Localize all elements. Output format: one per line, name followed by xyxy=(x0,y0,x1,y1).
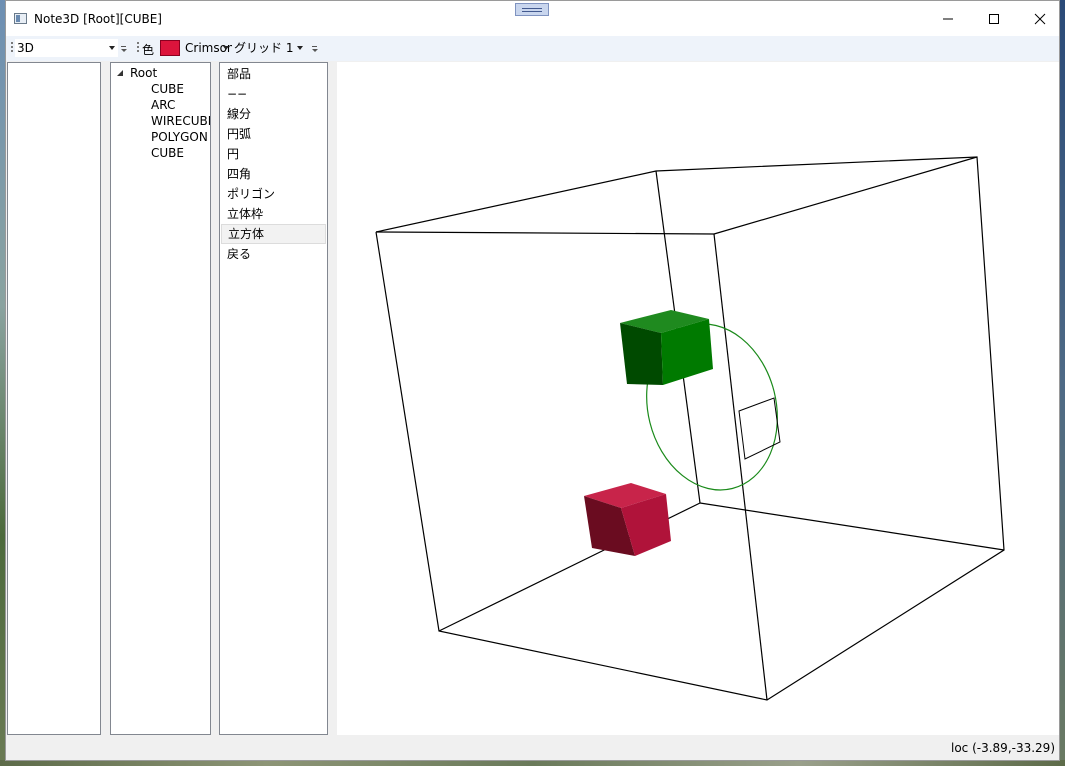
window-title: Note3D [Root][CUBE] xyxy=(34,12,162,26)
app-window: Note3D [Root][CUBE] 3D 色 Crimson グリッド 1 xyxy=(5,0,1060,761)
tree-children: CUBE ARC WIRECUBE POLYGON CUBE xyxy=(151,81,210,161)
cursor-location: loc (-3.89,-33.29) xyxy=(951,741,1055,755)
command-item[interactable]: 立体枠 xyxy=(221,204,326,224)
tree-root-label: Root xyxy=(130,66,158,80)
color-label: 色 xyxy=(142,43,155,57)
red-cube xyxy=(584,483,671,556)
3d-viewport[interactable] xyxy=(337,62,1059,735)
command-list[interactable]: 部品 −− 線分 円弧 円 四角 ポリゴン 立体枠 立方体 戻る xyxy=(219,62,328,735)
command-item[interactable]: 部品 xyxy=(221,64,326,84)
grid-select[interactable]: グリッド 1 xyxy=(232,39,306,57)
tree-item[interactable]: WIRECUBE xyxy=(151,113,210,129)
tree-item[interactable]: POLYGON xyxy=(151,129,210,145)
command-item[interactable]: ポリゴン xyxy=(221,184,326,204)
maximize-button[interactable] xyxy=(971,1,1017,36)
color-select[interactable]: Crimson xyxy=(183,39,232,57)
left-panel[interactable] xyxy=(7,62,101,735)
status-bar: loc (-3.89,-33.29) xyxy=(6,735,1059,760)
command-item[interactable]: −− xyxy=(221,84,326,104)
toolbar: 3D 色 Crimson グリッド 1 xyxy=(6,36,1059,61)
dock-handle[interactable] xyxy=(515,3,549,16)
minimize-icon xyxy=(943,18,953,20)
tree-view[interactable]: Root CUBE ARC WIRECUBE POLYGON CUBE xyxy=(110,62,211,735)
toolbar-overflow-button[interactable] xyxy=(120,44,128,54)
close-button[interactable] xyxy=(1017,1,1063,36)
command-item[interactable]: 四角 xyxy=(221,164,326,184)
command-item-selected[interactable]: 立方体 xyxy=(221,224,326,244)
chevron-down-icon xyxy=(223,46,229,50)
command-item[interactable]: 円弧 xyxy=(221,124,326,144)
tree-item[interactable]: CUBE xyxy=(151,81,210,97)
green-cube xyxy=(620,310,713,385)
tree-root[interactable]: Root xyxy=(117,65,157,81)
chevron-down-icon xyxy=(109,46,115,50)
color-swatch[interactable] xyxy=(160,40,180,56)
scene-canvas xyxy=(375,156,1005,701)
toolbar-overflow-button[interactable] xyxy=(311,44,319,54)
command-item[interactable]: 線分 xyxy=(221,104,326,124)
toolbar-grip[interactable] xyxy=(11,42,13,54)
command-item[interactable]: 円 xyxy=(221,144,326,164)
wire-cube xyxy=(375,156,1005,701)
command-item[interactable]: 戻る xyxy=(221,244,326,264)
tree-item[interactable]: ARC xyxy=(151,97,210,113)
chevron-down-icon xyxy=(297,46,303,50)
close-icon xyxy=(1034,13,1046,25)
command-menu: 部品 −− 線分 円弧 円 四角 ポリゴン 立体枠 立方体 戻る xyxy=(221,64,326,264)
grid-select-value: グリッド 1 xyxy=(234,41,294,55)
tree-item[interactable]: CUBE xyxy=(151,145,210,161)
mode-select[interactable]: 3D xyxy=(15,39,118,57)
mode-select-value: 3D xyxy=(17,41,34,55)
app-icon xyxy=(14,13,27,24)
collapse-triangle-icon[interactable] xyxy=(117,70,123,76)
minimize-button[interactable] xyxy=(925,1,971,36)
maximize-icon xyxy=(989,14,999,24)
polygon-shape xyxy=(738,397,781,460)
toolbar-grip[interactable] xyxy=(137,42,139,54)
